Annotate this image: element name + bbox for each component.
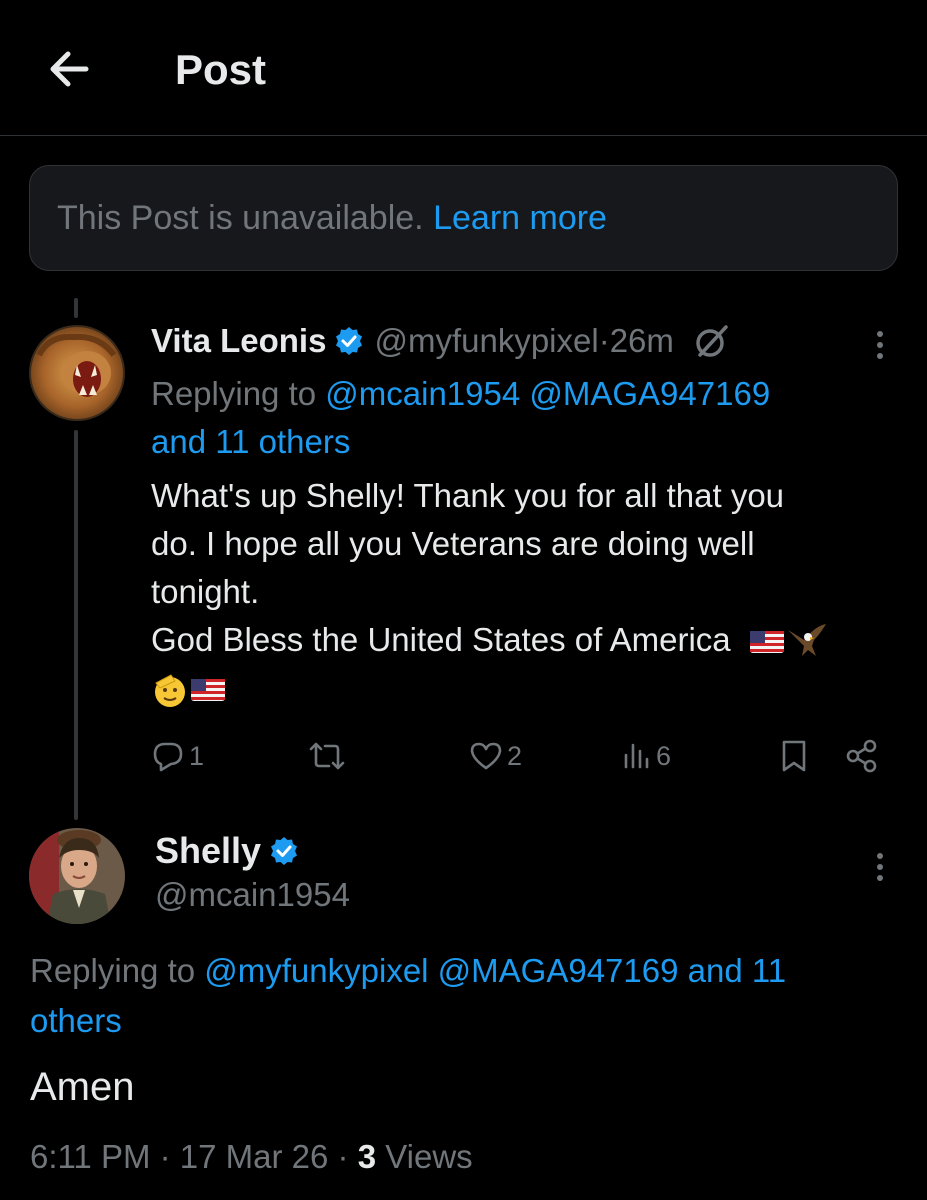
bookmark-icon: [782, 740, 806, 772]
learn-more-link[interactable]: Learn more: [433, 199, 607, 237]
shelly-avatar-image: [29, 828, 125, 924]
post-text-line: God Bless the United States of America: [151, 621, 731, 658]
like-button[interactable]: 2: [469, 734, 522, 778]
post-text-line-with-emoji: God Bless the United States of America: [151, 616, 891, 664]
replying-others-link[interactable]: and 11 others: [151, 423, 350, 460]
replying-others-link[interactable]: others: [30, 1002, 122, 1039]
verified-badge-icon: [336, 327, 363, 355]
repost-icon: [309, 742, 345, 770]
post-text-line: tonight.: [151, 573, 260, 610]
unavailable-notice: This Post is unavailable. Learn more: [29, 165, 898, 271]
reply-author-line: Shelly: [155, 830, 309, 872]
us-flag-icon: [191, 679, 225, 702]
reply-more-options-button[interactable]: [870, 847, 890, 887]
lion-avatar-image: [29, 325, 125, 421]
page-title: Post: [175, 46, 267, 93]
views-label: Views: [376, 1138, 473, 1175]
us-flag-icon: [749, 631, 784, 654]
views-count: 6: [656, 740, 672, 771]
author-handle[interactable]: @mcain1954: [155, 876, 350, 914]
views-count: 3: [357, 1138, 377, 1175]
saluting-face-icon: [155, 674, 185, 708]
share-button[interactable]: [844, 734, 880, 778]
replying-label: Replying to: [151, 375, 326, 412]
replying-to: Replying to @myfunkypixel @MAGA947169 an…: [30, 946, 890, 1046]
time-separator: ·: [598, 322, 610, 359]
thread-line-top: [74, 298, 78, 318]
replying-handles[interactable]: @mcain1954 @MAGA947169: [325, 375, 770, 412]
meta-separator: ·: [150, 1138, 180, 1175]
more-vertical-icon: [877, 853, 883, 881]
post-date[interactable]: 17 Mar 26: [180, 1138, 329, 1175]
thread-line: [74, 430, 78, 820]
author-name[interactable]: Vita Leonis: [151, 322, 326, 360]
verified-badge-icon: [271, 837, 298, 865]
unavailable-text: This Post is unavailable.: [57, 199, 424, 237]
meta-separator: ·: [328, 1138, 358, 1175]
post-time[interactable]: 26m: [610, 322, 674, 360]
author-name[interactable]: Shelly: [155, 830, 261, 872]
repost-button[interactable]: [307, 734, 347, 778]
reply-count: 1: [189, 740, 205, 771]
reply-button[interactable]: 1: [151, 734, 204, 778]
post-meta: 6:11 PM · 17 Mar 26 · 3 Views: [30, 1138, 473, 1176]
back-arrow-icon: [50, 51, 89, 87]
post-time[interactable]: 6:11 PM: [30, 1138, 150, 1175]
views-chart-icon: [624, 743, 649, 769]
eagle-icon: [787, 624, 826, 657]
post-body: What's up Shelly! Thank you for all that…: [151, 472, 891, 712]
back-button[interactable]: [44, 44, 94, 94]
replying-handles[interactable]: @myfunkypixel @MAGA947169 and 11: [204, 952, 786, 989]
avatar-shelly[interactable]: [29, 828, 125, 924]
top-bar: Post: [0, 0, 927, 136]
heart-icon: [470, 742, 502, 770]
reply-icon: [153, 742, 183, 772]
author-handle[interactable]: @myfunkypixel: [374, 322, 598, 360]
share-icon: [846, 739, 877, 773]
post-more-options-button[interactable]: [870, 325, 890, 365]
post-emoji-line: [151, 664, 891, 712]
post-text-line: What's up Shelly! Thank you for all that…: [151, 477, 785, 514]
post-text-line: do. I hope all you Veterans are doing we…: [151, 525, 755, 562]
more-vertical-icon: [877, 331, 883, 359]
like-count: 2: [507, 740, 523, 771]
reply-text: Amen: [30, 1065, 135, 1109]
post-author-line: Vita Leonis @myfunkypixel · 26m: [151, 320, 732, 362]
grok-icon[interactable]: [692, 321, 732, 361]
views-button[interactable]: 6: [622, 734, 671, 778]
replying-label: Replying to: [30, 952, 205, 989]
avatar-vita-leonis[interactable]: [29, 325, 125, 421]
replying-to: Replying to @mcain1954 @MAGA947169 and 1…: [151, 370, 871, 466]
bookmark-button[interactable]: [779, 734, 809, 778]
